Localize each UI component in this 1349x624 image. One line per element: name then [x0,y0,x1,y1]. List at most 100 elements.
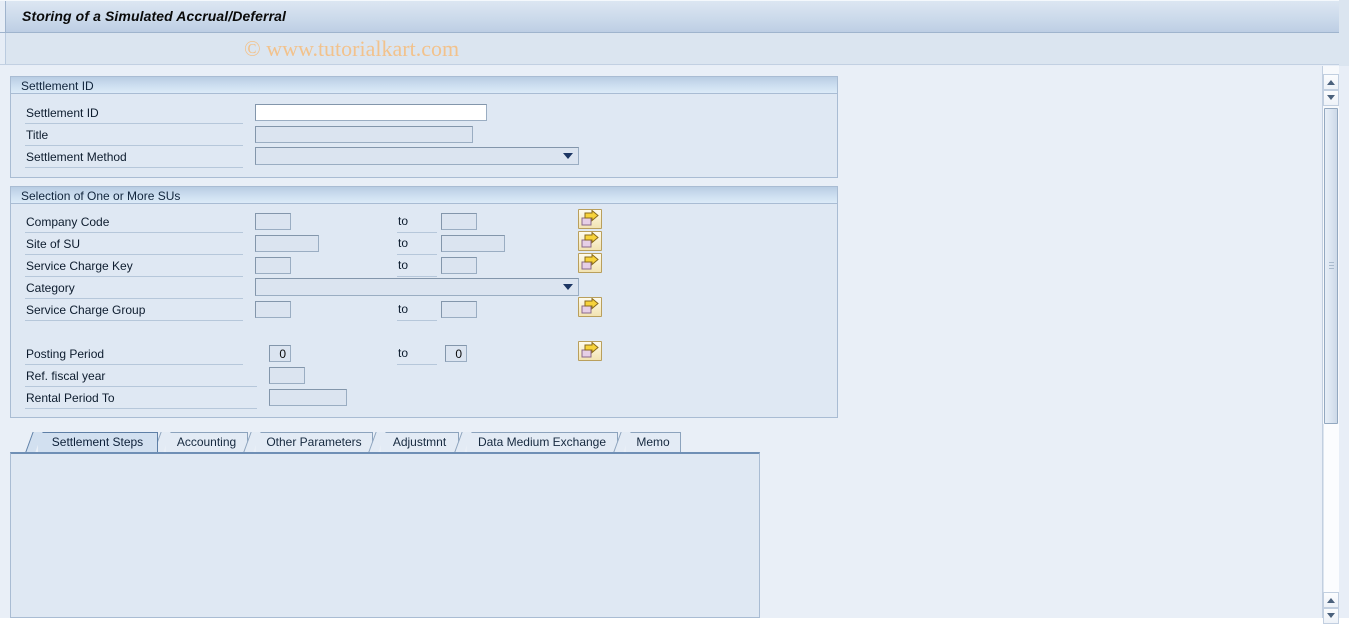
label-service-charge-key: Service Charge Key [25,256,243,277]
settlement-id-group: Settlement ID Settlement ID Title Settle… [10,76,838,178]
combo-settlement-method[interactable] [255,147,579,165]
to-label-company-code: to [397,212,437,233]
input-company-code-from[interactable] [255,213,291,230]
multiple-selection-arrow-icon-service-charge-key[interactable] [578,253,602,273]
label-settlement-method: Settlement Method [25,147,243,168]
to-label-site-of-su: to [397,234,437,255]
form-canvas: Settlement ID Settlement ID Title Settle… [0,66,1320,618]
selection-sus-group: Selection of One or More SUs Company Cod… [10,186,838,418]
label-service-charge-group: Service Charge Group [25,300,243,321]
page-title: Storing of a Simulated Accrual/Deferral [22,8,287,24]
settlement-id-group-header: Settlement ID [11,77,837,94]
scroll-up-triangle [1327,598,1335,603]
label-settlement-id: Settlement ID [25,103,243,124]
input-title[interactable] [255,126,473,143]
settlement-id-group-title: Settlement ID [21,79,94,93]
tab-strip: Settlement Steps Accounting Other Parame… [10,432,1310,452]
to-label-service-charge-group: to [397,300,437,321]
tab-data-medium-exchange-label: Data Medium Exchange [477,435,607,449]
selection-sus-group-title: Selection of One or More SUs [21,189,181,203]
tab-accounting[interactable]: Accounting [153,432,248,452]
field-row-service-charge-key: Service Charge Key to [25,253,825,278]
scroll-up-triangle [1327,80,1335,85]
tab-settlement-steps-label: Settlement Steps [51,435,144,449]
scroll-down-triangle [1327,95,1335,100]
field-row-category: Category [25,278,825,300]
multiple-selection-arrow-icon-service-charge-group[interactable] [578,297,602,317]
scrollbar-track-lower[interactable] [1323,424,1339,592]
field-row-ref-fiscal-year: Ref. fiscal year [25,366,825,388]
vertical-scrollbar[interactable] [1322,66,1339,624]
field-row-site-of-su: Site of SU to [25,231,825,256]
input-site-of-su-from[interactable] [255,235,319,252]
arrow-right-glyph [581,298,599,314]
right-gutter-top [1339,0,1349,66]
input-settlement-id[interactable] [255,104,487,121]
input-service-charge-group-to[interactable] [441,301,477,318]
sap-window: Storing of a Simulated Accrual/Deferral … [0,0,1349,624]
scroll-down-triangle [1327,613,1335,618]
to-label-posting-period: to [397,344,437,365]
field-row-service-charge-group: Service Charge Group to [25,297,825,322]
scroll-up-arrow-icon[interactable] [1323,74,1339,90]
label-ref-fiscal-year: Ref. fiscal year [25,366,257,387]
label-posting-period: Posting Period [25,344,243,365]
field-row-title: Title [25,125,825,147]
field-row-posting-period: Posting Period to [25,341,825,366]
input-posting-period-from[interactable] [269,345,291,362]
input-service-charge-group-from[interactable] [255,301,291,318]
chevron-down-icon[interactable] [560,280,576,294]
label-rental-period-to: Rental Period To [25,388,257,409]
combo-category[interactable] [255,278,579,296]
tab-memo[interactable]: Memo [613,432,681,452]
scroll-up-arrow-icon-bottom[interactable] [1323,592,1339,608]
tab-other-parameters[interactable]: Other Parameters [243,432,373,452]
tab-leading-edge [25,432,43,452]
input-posting-period-to[interactable] [445,345,467,362]
to-label-service-charge-key: to [397,256,437,277]
arrow-right-glyph [581,232,599,248]
input-rental-period-to[interactable] [269,389,347,406]
selection-sus-group-header: Selection of One or More SUs [11,187,837,204]
input-service-charge-key-from[interactable] [255,257,291,274]
watermark-band-left-edge [0,33,6,64]
tab-data-medium-exchange[interactable]: Data Medium Exchange [454,432,618,452]
tab-settlement-steps[interactable]: Settlement Steps [25,432,158,452]
input-site-of-su-to[interactable] [441,235,505,252]
arrow-right-glyph [581,210,599,226]
watermark-band: © www.tutorialkart.com [0,33,1349,65]
settlement-id-group-body: Settlement ID Title Settlement Method [11,95,837,177]
title-bar-left-edge [0,1,6,32]
tab-other-parameters-label: Other Parameters [266,435,362,449]
watermark-text: © www.tutorialkart.com [244,36,460,61]
field-row-company-code: Company Code to [25,209,825,234]
multiple-selection-arrow-icon-company-code[interactable] [578,209,602,229]
input-ref-fiscal-year[interactable] [269,367,305,384]
label-site-of-su: Site of SU [25,234,243,255]
chevron-down-icon[interactable] [560,149,576,163]
input-company-code-to[interactable] [441,213,477,230]
scroll-down-arrow-icon[interactable] [1323,90,1339,106]
arrow-right-glyph [581,254,599,270]
right-gutter [1339,66,1349,618]
label-company-code: Company Code [25,212,243,233]
label-title: Title [25,125,243,146]
arrow-right-glyph [581,342,599,358]
selection-sus-group-body: Company Code to Site of SU to Service Ch… [11,205,837,417]
field-row-settlement-id: Settlement ID [25,103,825,125]
field-row-settlement-method: Settlement Method [25,147,825,169]
input-service-charge-key-to[interactable] [441,257,477,274]
field-row-rental-period-to: Rental Period To [25,388,825,410]
window-title-bar: Storing of a Simulated Accrual/Deferral [0,0,1349,33]
multiple-selection-arrow-icon-site-of-su[interactable] [578,231,602,251]
scrollbar-thumb[interactable] [1324,108,1338,424]
tab-adjustmnt[interactable]: Adjustmnt [368,432,459,452]
scrollbar-grip-icon [1329,262,1334,270]
scroll-down-arrow-icon-bottom[interactable] [1323,608,1339,624]
label-category: Category [25,278,243,299]
tab-adjustmnt-label: Adjustmnt [392,435,447,449]
tab-memo-label: Memo [636,435,670,449]
tab-accounting-label: Accounting [176,435,237,449]
multiple-selection-arrow-icon-posting-period[interactable] [578,341,602,361]
tab-content-panel [10,452,760,618]
